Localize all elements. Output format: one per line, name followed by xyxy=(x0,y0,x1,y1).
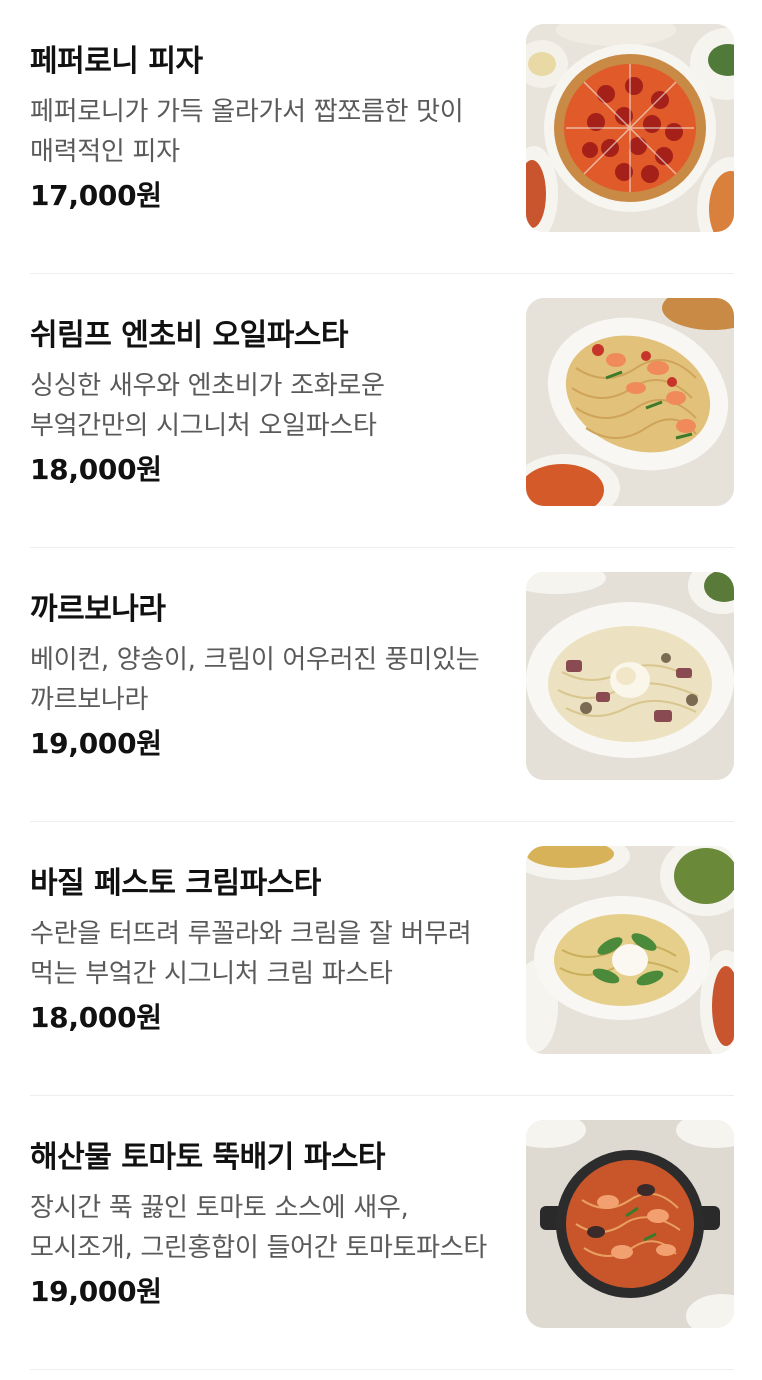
menu-item-name: 해산물 토마토 뚝배기 파스타 xyxy=(30,1140,386,1175)
menu-item-text: 페퍼로니 피자 페퍼로니가 가득 올라가서 짭쪼름한 맛이 매력적인 피자 17… xyxy=(30,40,500,218)
menu-item-description: 수란을 터뜨려 루꼴라와 크림을 잘 버무려 먹는 부엌간 시그니처 크림 파스… xyxy=(30,919,472,989)
menu-item-description: 페퍼로니가 가득 올라가서 짭쪼름한 맛이 매력적인 피자 xyxy=(30,97,464,167)
menu-item-price: 17,000원 xyxy=(30,179,162,212)
menu-item-price: 19,000원 xyxy=(30,727,162,760)
menu-item-seafood-tomato-pasta[interactable]: 해산물 토마토 뚝배기 파스타 장시간 푹 끓인 토마토 소스에 새우, 모시조… xyxy=(30,1096,734,1370)
menu-item-name: 바질 페스토 크림파스타 xyxy=(30,866,321,901)
menu-item-text: 해산물 토마토 뚝배기 파스타 장시간 푹 끓인 토마토 소스에 새우, 모시조… xyxy=(30,1136,500,1314)
menu-item-pepperoni-pizza[interactable]: 페퍼로니 피자 페퍼로니가 가득 올라가서 짭쪼름한 맛이 매력적인 피자 17… xyxy=(30,0,734,274)
menu-item-shrimp-anchovy-oil-pasta[interactable]: 쉬림프 엔초비 오일파스타 싱싱한 새우와 엔초비가 조화로운 부엌간만의 시그… xyxy=(30,274,734,548)
basil-pesto-cream-pasta-photo[interactable] xyxy=(526,846,734,1054)
menu-item-text: 까르보나라 베이컨, 양송이, 크림이 어우러진 풍미있는 까르보나라 19,0… xyxy=(30,588,500,766)
pepperoni-pizza-photo[interactable] xyxy=(526,24,734,232)
carbonara-photo[interactable] xyxy=(526,572,734,780)
menu-item-text: 바질 페스토 크림파스타 수란을 터뜨려 루꼴라와 크림을 잘 버무려 먹는 부… xyxy=(30,862,500,1040)
shrimp-anchovy-oil-pasta-photo[interactable] xyxy=(526,298,734,506)
menu-item-description: 싱싱한 새우와 엔초비가 조화로운 부엌간만의 시그니처 오일파스타 xyxy=(30,371,385,441)
menu-item-text: 쉬림프 엔초비 오일파스타 싱싱한 새우와 엔초비가 조화로운 부엌간만의 시그… xyxy=(30,314,500,492)
menu-item-price: 19,000원 xyxy=(30,1275,162,1308)
menu-item-description: 베이컨, 양송이, 크림이 어우러진 풍미있는 까르보나라 xyxy=(30,645,480,715)
menu-item-name: 까르보나라 xyxy=(30,592,166,627)
menu-item-basil-pesto-cream-pasta[interactable]: 바질 페스토 크림파스타 수란을 터뜨려 루꼴라와 크림을 잘 버무려 먹는 부… xyxy=(30,822,734,1096)
menu-item-price: 18,000원 xyxy=(30,1001,162,1034)
menu-list: 페퍼로니 피자 페퍼로니가 가득 올라가서 짭쪼름한 맛이 매력적인 피자 17… xyxy=(0,0,762,1380)
menu-item-name: 쉬림프 엔초비 오일파스타 xyxy=(30,318,349,353)
menu-item-name: 페퍼로니 피자 xyxy=(30,44,203,79)
seafood-tomato-pasta-photo[interactable] xyxy=(526,1120,734,1328)
menu-item-carbonara[interactable]: 까르보나라 베이컨, 양송이, 크림이 어우러진 풍미있는 까르보나라 19,0… xyxy=(30,548,734,822)
menu-item-description: 장시간 푹 끓인 토마토 소스에 새우, 모시조개, 그린홍합이 들어간 토마토… xyxy=(30,1193,488,1263)
menu-item-price: 18,000원 xyxy=(30,453,162,486)
